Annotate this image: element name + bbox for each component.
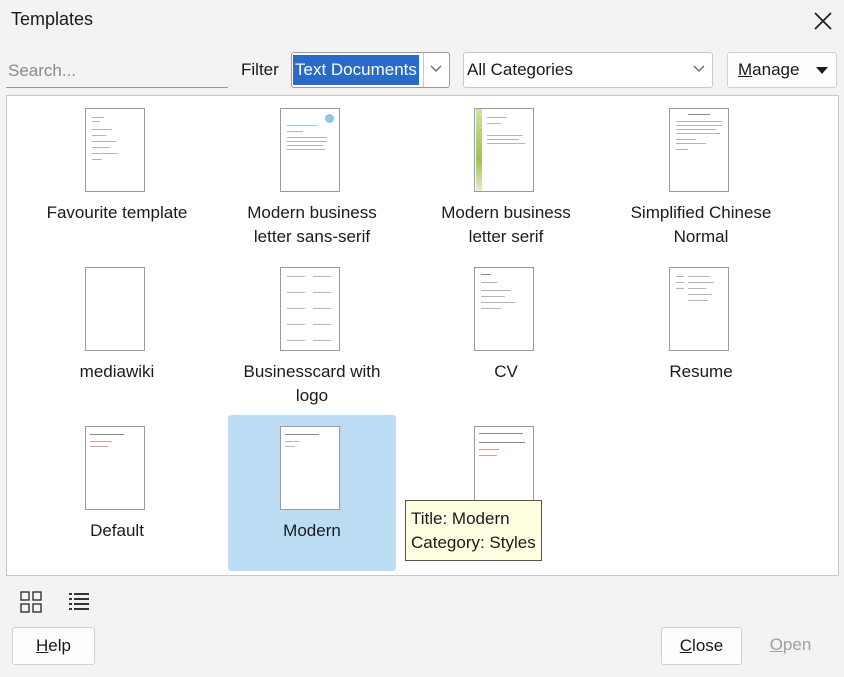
help-button[interactable]: Help	[12, 627, 95, 665]
title-bar: Templates	[0, 0, 844, 40]
template-label: Modern business letter serif	[441, 203, 571, 246]
filter-dropdown[interactable]: Text Documents	[291, 52, 450, 88]
template-label: Modern	[283, 521, 341, 540]
filter-dropdown-value: Text Documents	[293, 55, 419, 85]
manage-button[interactable]: Manage	[727, 52, 837, 88]
manage-label: Manage	[738, 60, 800, 79]
template-thumbnail	[85, 426, 145, 510]
category-dropdown[interactable]: All Categories	[463, 52, 713, 88]
template-tooltip: Title: Modern Category: Styles	[405, 500, 542, 561]
template-thumbnail	[85, 267, 145, 351]
template-item[interactable]: Default	[33, 415, 201, 571]
template-thumbnail	[669, 108, 729, 192]
template-thumbnail	[474, 267, 534, 351]
template-thumbnail	[85, 108, 145, 192]
chevron-down-icon	[693, 65, 705, 72]
template-thumbnail	[280, 267, 340, 351]
template-thumbnail	[280, 108, 340, 192]
category-dropdown-value: All Categories	[467, 60, 573, 79]
template-label: mediawiki	[79, 362, 155, 381]
close-button[interactable]: Close	[661, 627, 742, 665]
template-label: Simplified Chinese Normal	[630, 203, 772, 246]
window-title: Templates	[11, 9, 94, 29]
thumbnail-view-icon[interactable]	[19, 590, 43, 614]
template-item[interactable]: mediawiki	[33, 256, 201, 412]
template-thumbnail	[280, 426, 340, 510]
template-label: Default	[90, 521, 144, 540]
tooltip-category: Category: Styles	[411, 533, 536, 552]
template-item[interactable]: CV	[422, 256, 590, 412]
list-view-icon[interactable]	[67, 590, 91, 614]
open-button[interactable]: Open	[750, 627, 831, 665]
template-item[interactable]: Resume	[617, 256, 785, 412]
template-label: Modern business letter sans-serif	[247, 203, 377, 246]
close-icon[interactable]	[810, 8, 836, 34]
chevron-down-icon	[430, 65, 442, 72]
template-item-selected[interactable]: Modern	[228, 415, 396, 571]
template-label: Resume	[669, 362, 733, 381]
template-item[interactable]: Businesscard with logo	[228, 256, 396, 412]
template-item[interactable]: Modern business letter sans-serif	[228, 97, 396, 253]
template-thumbnail	[669, 267, 729, 351]
template-item[interactable]: Favourite template	[33, 97, 201, 253]
caret-down-icon	[816, 67, 828, 74]
template-thumbnail	[474, 426, 534, 510]
template-label: CV	[494, 362, 518, 381]
template-item[interactable]: Modern business letter serif	[422, 97, 590, 253]
template-label: Businesscard with logo	[243, 362, 381, 405]
filter-label: Filter	[241, 60, 279, 79]
template-thumbnail	[474, 108, 534, 192]
search-input[interactable]	[6, 54, 228, 88]
template-label: Favourite template	[46, 203, 188, 222]
template-view[interactable]: Favourite template Modern business lette…	[6, 95, 839, 576]
filter-dropdown-divider	[423, 53, 424, 87]
tooltip-title: Title: Modern	[411, 509, 510, 528]
template-item[interactable]: Simplified Chinese Normal	[617, 97, 785, 253]
